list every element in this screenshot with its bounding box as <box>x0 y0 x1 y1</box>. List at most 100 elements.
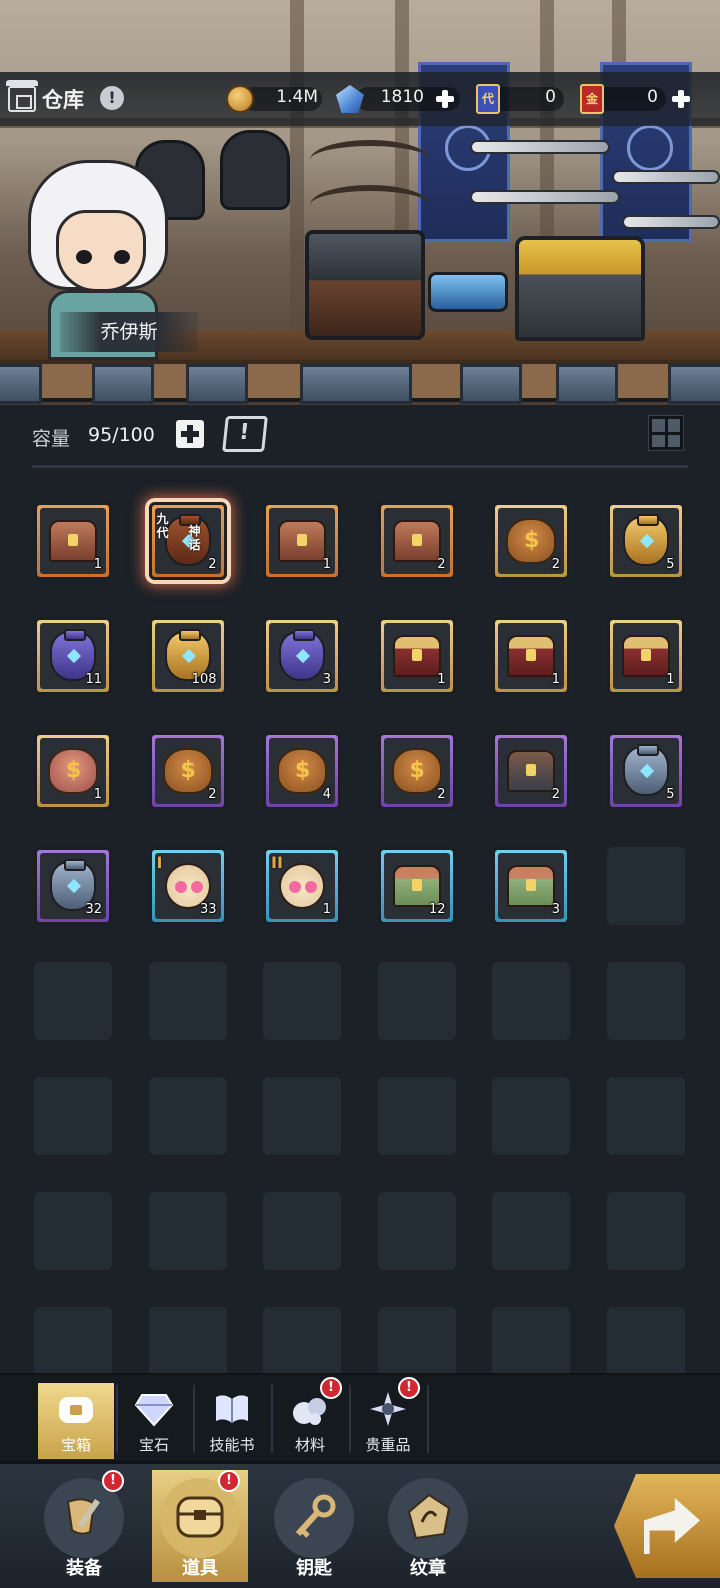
item-card: 11 <box>40 623 106 689</box>
bag-item-icon <box>162 748 213 794</box>
item-card: 2 <box>383 508 450 574</box>
tab-valuables[interactable]: 贵重品 ! <box>350 1377 426 1459</box>
inventory-slot[interactable]: 1 <box>606 617 685 695</box>
vase-purple-item-icon <box>279 629 325 681</box>
item-tier: II <box>271 853 283 872</box>
item-card: 5 <box>612 738 679 804</box>
resource-dai-card: 代 0 <box>472 84 564 114</box>
inventory-slot[interactable]: 5 <box>606 732 685 810</box>
expand-capacity-button[interactable] <box>176 420 204 448</box>
inventory-slot[interactable]: 32 <box>34 847 112 925</box>
item-count: 1 <box>551 672 560 687</box>
nav-keys[interactable]: 钥匙 <box>266 1470 362 1582</box>
empty-slot <box>377 962 456 1040</box>
item-count: 2 <box>551 787 560 802</box>
item-count: 1 <box>93 557 102 572</box>
item-card: 2 <box>498 508 564 574</box>
category-tabs: 宝箱 宝石 技能书 材料 ! 贵重品 ! <box>0 1373 720 1459</box>
inventory-grid: 1九代神话2122511108311112422532I33II1123 <box>34 502 690 1385</box>
treasure-chest-decor <box>305 230 425 340</box>
inventory-slot[interactable]: 2 <box>377 502 456 580</box>
item-count: 2 <box>437 787 446 802</box>
share-arrow-icon[interactable] <box>614 1474 720 1578</box>
chest-dark-item-icon <box>507 750 555 792</box>
gold-chest-decor <box>515 236 645 341</box>
tab-skill-book[interactable]: 技能书 <box>194 1383 270 1459</box>
inventory-slot[interactable]: 3 <box>492 847 570 925</box>
inventory-slot[interactable]: 2 <box>492 502 570 580</box>
character-name: 乔伊斯 <box>60 312 198 352</box>
nav-equipment[interactable]: 装备 ! <box>36 1470 132 1582</box>
sort-icon[interactable] <box>222 416 268 452</box>
inventory-slot[interactable]: 11 <box>34 617 112 695</box>
item-card: 1 <box>40 738 106 804</box>
equipment-icon <box>66 1498 101 1535</box>
item-card: 2 <box>154 738 221 804</box>
capacity-value: 95/100 <box>88 424 155 446</box>
bottom-nav: 装备 ! 道具 ! 钥匙 纹章 <box>0 1460 720 1588</box>
chest-green-item-icon <box>392 865 441 907</box>
inventory-slot[interactable]: 12 <box>377 847 456 925</box>
crystal-amount: 1810 <box>380 87 424 107</box>
ledge-stone <box>556 364 618 404</box>
items-icon <box>176 1496 224 1538</box>
empty-slot <box>606 1192 685 1270</box>
pouch-item-icon <box>279 863 325 909</box>
empty-slot <box>263 962 341 1040</box>
key-icon <box>295 1494 336 1538</box>
item-count: 1 <box>666 672 675 687</box>
inventory-slot[interactable]: I 33 <box>148 847 227 925</box>
nav-emblem[interactable]: 纹章 <box>380 1470 476 1582</box>
inventory-slot[interactable]: II 1 <box>263 847 341 925</box>
item-card: 2 <box>383 738 450 804</box>
item-count: 33 <box>199 902 217 917</box>
inventory-slot[interactable]: 1 <box>377 617 456 695</box>
empty-slot <box>492 962 570 1040</box>
inventory-slot[interactable]: 108 <box>148 617 227 695</box>
item-card: 1 <box>383 623 450 689</box>
inventory-slot[interactable]: 2 <box>377 732 456 810</box>
bow-decor <box>310 185 430 225</box>
item-count: 4 <box>322 787 331 802</box>
item-card: 1 <box>40 508 106 574</box>
item-count: 3 <box>322 672 331 687</box>
item-count: 32 <box>85 902 102 917</box>
inventory-slot[interactable]: 1 <box>263 502 341 580</box>
grid-view-icon[interactable] <box>648 415 684 451</box>
empty-slot <box>148 962 227 1040</box>
item-count: 1 <box>93 787 102 802</box>
add-crystal-button[interactable] <box>434 88 456 110</box>
item-tag: 九代 <box>156 512 169 540</box>
empty-slot <box>606 1077 685 1155</box>
item-count: 2 <box>208 557 217 572</box>
inventory-slot[interactable]: 九代 神话 2 <box>148 502 227 580</box>
inventory-slot[interactable]: 1 <box>492 617 570 695</box>
inventory-slot[interactable]: 1 <box>34 732 112 810</box>
empty-slot <box>606 847 685 925</box>
tab-gem[interactable]: 宝石 <box>116 1383 192 1459</box>
chest-icon <box>59 1397 93 1423</box>
item-tier: I <box>156 853 163 872</box>
sword-decor <box>470 190 620 204</box>
info-icon[interactable]: ! <box>100 86 124 110</box>
book-icon <box>216 1395 248 1423</box>
inventory-slot[interactable]: 2 <box>148 732 227 810</box>
wall-plank <box>290 0 304 360</box>
warehouse-scene: 乔伊斯 <box>0 0 720 405</box>
tab-material[interactable]: 材料 ! <box>272 1377 348 1459</box>
nav-items[interactable]: 道具 ! <box>152 1470 248 1582</box>
item-count: 1 <box>437 672 446 687</box>
resource-jin-card: 金 0 <box>576 84 694 114</box>
tab-chest[interactable]: 宝箱 <box>38 1383 114 1459</box>
inventory-slot[interactable]: 4 <box>263 732 341 810</box>
inventory-slot[interactable]: 3 <box>263 617 341 695</box>
inventory-slot[interactable]: 2 <box>492 732 570 810</box>
inventory-slot[interactable]: 5 <box>606 502 685 580</box>
tab-separator <box>427 1385 429 1453</box>
add-jin-card-button[interactable] <box>670 88 692 110</box>
grid-cell <box>667 434 680 447</box>
item-card: 4 <box>269 738 335 804</box>
inventory-slot[interactable]: 1 <box>34 502 112 580</box>
empty-slot <box>263 1192 341 1270</box>
coin-icon <box>226 85 254 113</box>
